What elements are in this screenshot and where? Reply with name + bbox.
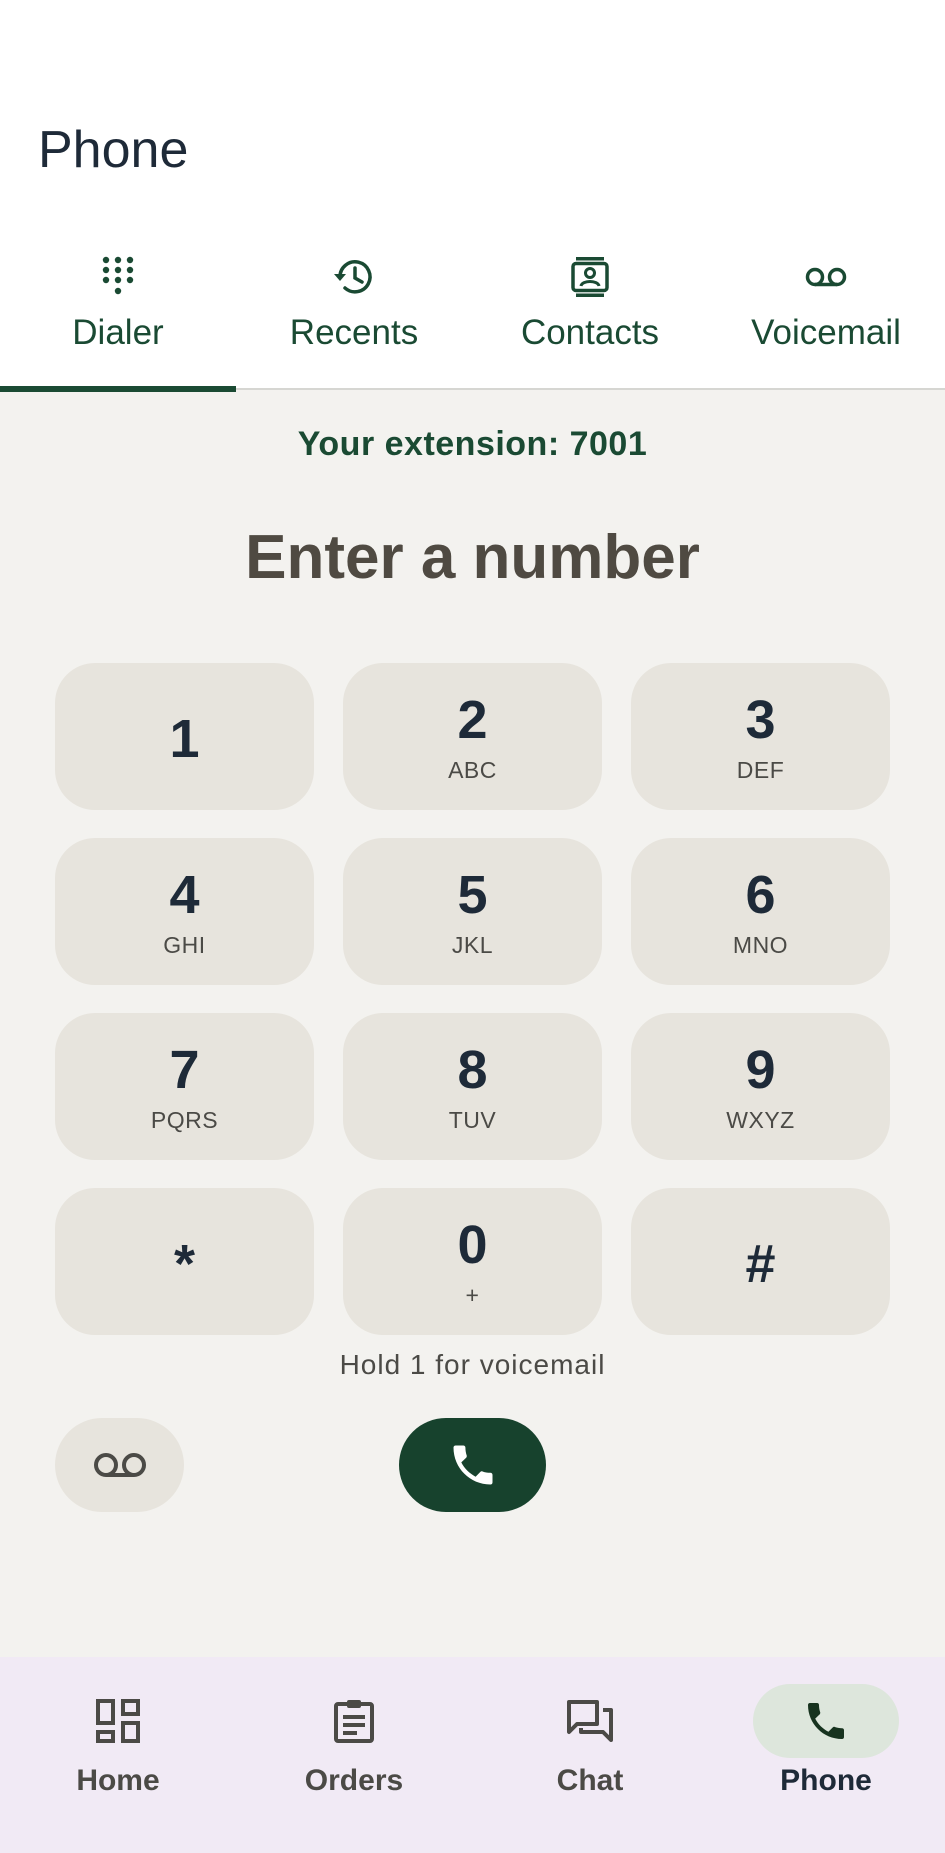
tab-recents[interactable]: Recents [236, 210, 472, 390]
key-5[interactable]: 5 JKL [343, 838, 602, 985]
page-title: Phone [38, 121, 189, 179]
nav-home[interactable]: Home [0, 1657, 236, 1853]
key-digit: 8 [457, 1039, 488, 1100]
nav-label: Chat [556, 1764, 624, 1797]
extension-label: Your extension: 7001 [297, 425, 648, 463]
contacts-icon [571, 257, 609, 297]
nav-icon-container [517, 1684, 663, 1758]
nav-label: Phone [780, 1764, 872, 1797]
nav-icon-container [281, 1684, 427, 1758]
nav-phone[interactable]: Phone [708, 1657, 944, 1853]
phone-icon [808, 1703, 844, 1739]
key-6[interactable]: 6 MNO [631, 838, 890, 985]
nav-label: Home [76, 1764, 160, 1797]
app-bar: Phone [0, 0, 945, 210]
phone-icon [453, 1445, 492, 1485]
key-letters: DEF [736, 756, 785, 783]
nav-orders[interactable]: Orders [236, 1657, 472, 1853]
key-letters: PQRS [150, 1106, 219, 1133]
tab-label: Voicemail [751, 313, 901, 352]
tab-contacts[interactable]: Contacts [472, 210, 708, 390]
tab-voicemail[interactable]: Voicemail [708, 210, 944, 390]
key-7[interactable]: 7 PQRS [55, 1013, 314, 1160]
key-digit: 2 [457, 689, 488, 750]
nav-icon-container [753, 1684, 899, 1758]
key-1[interactable]: 1 [55, 663, 314, 810]
key-letters: WXYZ [726, 1106, 795, 1133]
key-digit: 4 [169, 864, 200, 925]
voicemail-hint: Hold 1 for voicemail [339, 1349, 606, 1380]
key-letters: ABC [448, 756, 497, 783]
key-digit: 9 [745, 1039, 776, 1100]
tab-dialer[interactable]: Dialer [0, 210, 236, 392]
key-digit: 7 [169, 1039, 200, 1100]
number-display[interactable]: Enter a number [0, 522, 945, 593]
key-4[interactable]: 4 GHI [55, 838, 314, 985]
history-icon [334, 260, 372, 294]
chat-icon [567, 1700, 613, 1742]
key-letters: + [465, 1281, 480, 1308]
dialpad-icon [102, 256, 134, 295]
keypad: 1 2 ABC 3 DEF 4 GHI 5 JKL 6 MNO 7 PQRS 8… [55, 663, 890, 1335]
key-digit: 3 [745, 689, 776, 750]
key-star[interactable]: * [55, 1188, 314, 1335]
call-button[interactable] [399, 1418, 546, 1512]
tab-label: Recents [289, 313, 419, 352]
key-0[interactable]: 0 + [343, 1188, 602, 1335]
voicemail-icon [805, 267, 847, 287]
nav-chat[interactable]: Chat [472, 1657, 708, 1853]
key-letters: JKL [451, 931, 494, 958]
key-letters: GHI [163, 931, 206, 958]
key-digit: 0 [457, 1214, 488, 1275]
tab-bar: Dialer Recents Contacts Voicemail [0, 210, 945, 392]
nav-label: Orders [304, 1764, 404, 1797]
voicemail-icon [93, 1453, 146, 1477]
key-letters: TUV [448, 1106, 497, 1133]
key-2[interactable]: 2 ABC [343, 663, 602, 810]
dashboard-icon [96, 1699, 140, 1743]
key-hash[interactable]: # [631, 1188, 890, 1335]
key-digit: 5 [457, 864, 488, 925]
key-8[interactable]: 8 TUV [343, 1013, 602, 1160]
key-letters: MNO [732, 931, 789, 958]
key-digit: 6 [745, 864, 776, 925]
tab-label: Dialer [72, 313, 164, 352]
key-digit: * [173, 1233, 195, 1294]
key-digit: # [745, 1233, 776, 1294]
nav-icon-container [45, 1684, 191, 1758]
key-digit: 1 [169, 708, 200, 769]
clipboard-icon [334, 1700, 374, 1743]
voicemail-button[interactable] [55, 1418, 184, 1512]
tab-label: Contacts [520, 313, 660, 352]
key-9[interactable]: 9 WXYZ [631, 1013, 890, 1160]
key-3[interactable]: 3 DEF [631, 663, 890, 810]
bottom-navigation: Home Orders Chat Phone [0, 1657, 945, 1853]
